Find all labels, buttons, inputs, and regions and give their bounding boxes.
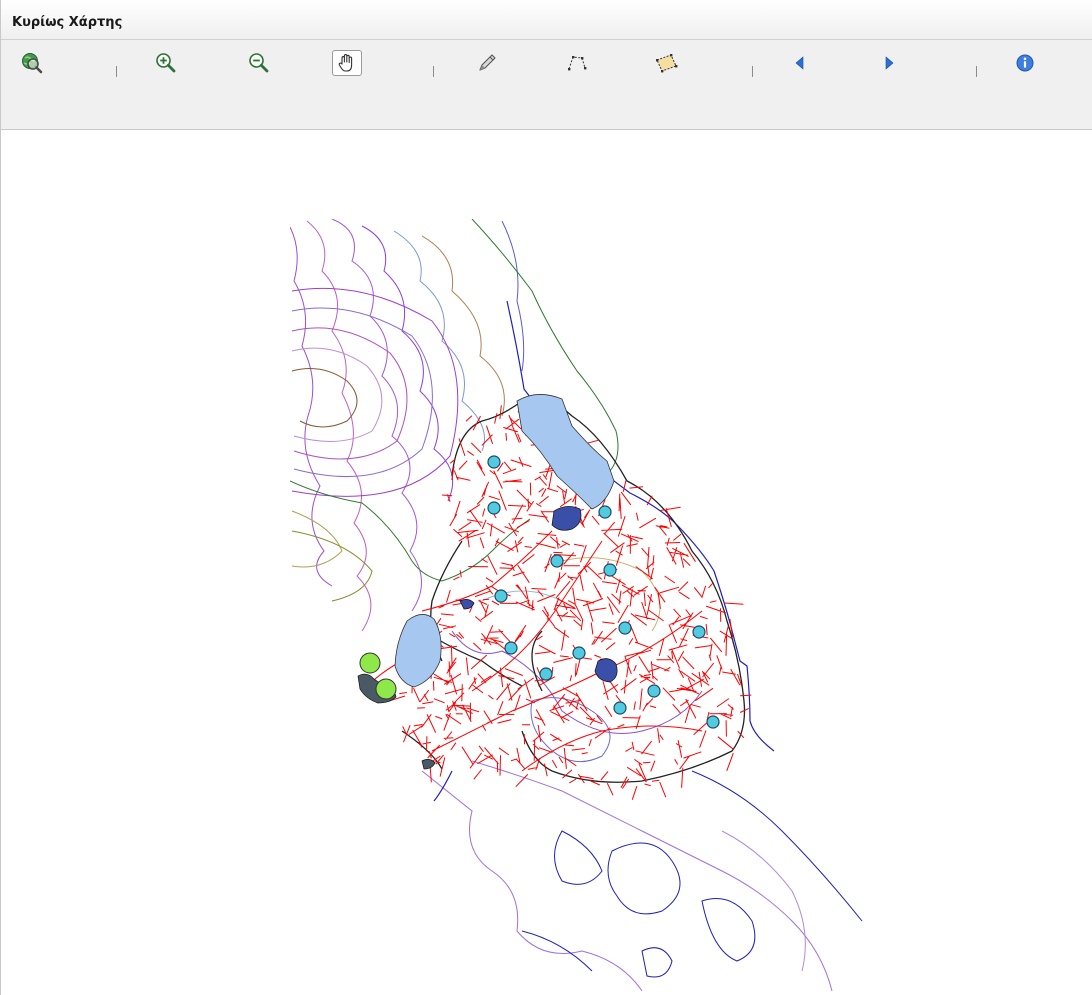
station-marker[interactable] <box>572 646 586 660</box>
main-map-window: Κυρίως Χάρτης <box>0 0 1092 995</box>
station-marker[interactable] <box>494 589 508 603</box>
lake <box>394 614 442 688</box>
previous-extent-button[interactable] <box>785 50 815 76</box>
full-extent-button[interactable] <box>17 50 47 76</box>
bathymetry-layer <box>421 760 863 992</box>
station-marker[interactable] <box>706 715 720 729</box>
measure-distance-button[interactable] <box>562 50 592 76</box>
station-marker[interactable] <box>487 455 501 469</box>
globe-magnifier-icon <box>22 53 43 74</box>
toolbar-separator <box>433 66 434 77</box>
window-titlebar: Κυρίως Χάρτης <box>1 0 1092 40</box>
zoom-out-button[interactable] <box>244 50 274 76</box>
pan-button[interactable] <box>332 50 362 76</box>
station-marker[interactable] <box>598 505 612 519</box>
station-marker[interactable] <box>603 563 617 577</box>
station-marker[interactable] <box>539 667 553 681</box>
map-canvas[interactable] <box>2 131 1092 995</box>
station-marker[interactable] <box>647 684 661 698</box>
measure-area-button[interactable] <box>651 50 681 76</box>
map-graphic[interactable] <box>2 131 1092 995</box>
map-toolbar <box>1 40 1092 130</box>
coastline <box>433 300 775 802</box>
lakes-layer <box>357 394 618 770</box>
station-marker[interactable] <box>618 621 632 635</box>
identify-button[interactable] <box>1010 50 1040 76</box>
zoom-in-icon <box>156 53 176 73</box>
station-marker[interactable] <box>504 641 518 655</box>
hand-icon <box>338 54 353 72</box>
pencil-icon <box>479 54 496 71</box>
info-icon <box>1016 54 1034 72</box>
next-extent-button[interactable] <box>874 50 904 76</box>
station-marker[interactable] <box>692 625 706 639</box>
arrow-right-icon <box>885 56 894 70</box>
polyline-icon <box>568 56 587 71</box>
toolbar-separator <box>976 66 977 77</box>
station-marker[interactable] <box>550 554 564 568</box>
zoom-out-icon <box>249 53 269 73</box>
reservoir <box>551 506 582 531</box>
contours-layer <box>290 219 703 763</box>
coastal-area <box>421 759 436 770</box>
polygon-icon <box>656 54 678 73</box>
reservoir <box>594 658 618 683</box>
station-marker[interactable] <box>613 701 627 715</box>
draw-line-button[interactable] <box>472 50 502 76</box>
poi-marker[interactable] <box>375 678 397 700</box>
station-marker[interactable] <box>487 501 501 515</box>
arrow-left-icon <box>795 56 804 70</box>
zoom-in-button[interactable] <box>151 50 181 76</box>
poi-marker[interactable] <box>359 652 381 674</box>
window-title: Κυρίως Χάρτης <box>12 15 123 30</box>
toolbar-separator <box>752 66 753 77</box>
toolbar-separator <box>116 66 117 77</box>
